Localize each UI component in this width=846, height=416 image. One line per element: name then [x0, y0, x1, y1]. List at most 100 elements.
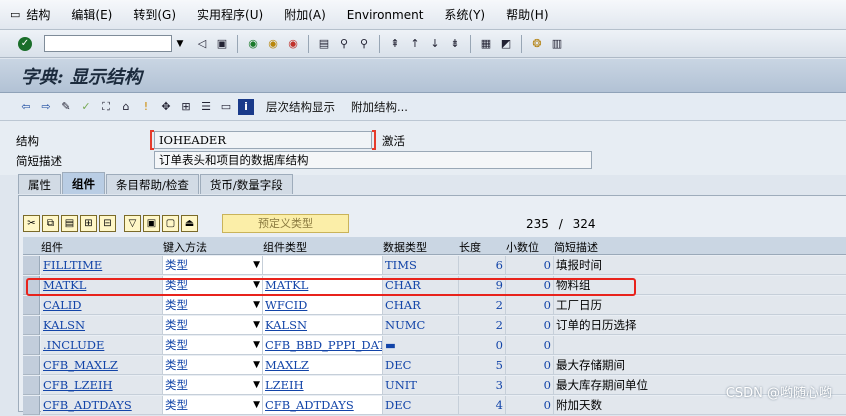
command-field[interactable]	[44, 35, 172, 52]
col-component-type[interactable]: 组件类型	[263, 239, 307, 255]
cell-length[interactable]: 2	[459, 316, 506, 335]
next-page-icon[interactable]: ↓	[427, 36, 443, 52]
cell-desc[interactable]	[554, 336, 846, 355]
cell-comp-type[interactable]: MAXLZ	[263, 356, 383, 375]
check-object-icon[interactable]: ✓	[78, 99, 94, 115]
tab-entry-help[interactable]: 条目帮助/检查	[106, 174, 199, 194]
dropdown-icon[interactable]: ▼	[253, 256, 260, 274]
menu-utilities[interactable]: 实用程序(U)	[197, 6, 263, 23]
hierarchy-display-button[interactable]: 层次结构显示	[266, 99, 335, 115]
first-page-icon[interactable]: ⇞	[387, 36, 403, 52]
cell-comp-type[interactable]: CFB_ADTDAYS	[263, 396, 383, 415]
description-field[interactable]: 订单表头和项目的数据库结构	[154, 151, 592, 169]
row-selector[interactable]	[23, 296, 40, 315]
hierarchy-icon[interactable]: ⊞	[178, 99, 194, 115]
select-all-icon[interactable]: ▣	[143, 214, 160, 232]
cell-component[interactable]: CFB_MAXLZ	[41, 356, 163, 375]
cell-length[interactable]: 0	[459, 336, 506, 355]
menu-help[interactable]: 帮助(H)	[506, 6, 548, 23]
append-structure-button[interactable]: 附加结构...	[351, 99, 408, 115]
information-icon[interactable]: i	[238, 98, 254, 115]
col-short-description[interactable]: 简短描述	[554, 239, 598, 255]
cell-decimals[interactable]: 0	[506, 256, 554, 275]
activate-icon[interactable]: ⛶	[98, 99, 114, 115]
cell-method[interactable]: 类型 ▼	[163, 336, 263, 355]
cell-comp-type[interactable]: CFB_BBD_PPPI_DAT	[263, 336, 383, 355]
cell-method[interactable]: 类型 ▼	[163, 296, 263, 315]
command-dropdown-icon[interactable]: ▼	[174, 35, 186, 52]
cell-desc[interactable]: 最大存储期间	[554, 356, 846, 375]
tab-components[interactable]: 组件	[62, 172, 105, 194]
structure-field[interactable]: IOHEADER	[154, 131, 372, 149]
cell-decimals[interactable]: 0	[506, 396, 554, 415]
menu-structure[interactable]: 结构	[26, 6, 50, 23]
cell-component[interactable]: CFB_LZEIH	[41, 376, 163, 395]
dropdown-icon[interactable]: ▼	[253, 376, 260, 394]
cell-component[interactable]: KALSN	[41, 316, 163, 335]
shortcut-icon[interactable]: ◩	[498, 36, 514, 52]
navigate-icon[interactable]: ✥	[158, 99, 174, 115]
cell-data-type[interactable]: CHAR	[383, 296, 459, 315]
menu-edit[interactable]: 编辑(E)	[71, 6, 112, 23]
dropdown-icon[interactable]: ▼	[253, 336, 260, 354]
col-length[interactable]: 长度	[459, 239, 481, 255]
cell-desc[interactable]: 工厂日历	[554, 296, 846, 315]
cell-length[interactable]: 5	[459, 356, 506, 375]
paste-icon[interactable]: ▤	[61, 214, 78, 232]
upload-icon[interactable]: ⏏	[181, 214, 198, 232]
print-icon[interactable]: ▤	[316, 36, 332, 52]
cell-decimals[interactable]: 0	[506, 336, 554, 355]
menu-extras[interactable]: 附加(A)	[284, 6, 326, 23]
dropdown-icon[interactable]: ▼	[253, 356, 260, 374]
cell-method[interactable]: 类型 ▼	[163, 316, 263, 335]
cell-decimals[interactable]: 0	[506, 296, 554, 315]
deselect-icon[interactable]: ▢	[162, 214, 179, 232]
menu-system[interactable]: 系统(Y)	[444, 6, 485, 23]
col-component[interactable]: 组件	[41, 239, 63, 255]
cell-method[interactable]: 类型 ▼	[163, 396, 263, 415]
cell-desc[interactable]: 填报时间	[554, 256, 846, 275]
cell-method[interactable]: 类型 ▼	[163, 376, 263, 395]
back-icon[interactable]: ◁	[194, 36, 210, 52]
check-icon[interactable]: ✓	[18, 36, 32, 51]
tree-icon[interactable]: ☰	[198, 99, 214, 115]
menu-environment[interactable]: Environment	[347, 8, 424, 22]
cell-data-type[interactable]: DEC	[383, 396, 459, 415]
layout-icon[interactable]: ▥	[549, 36, 565, 52]
cell-decimals[interactable]: 0	[506, 356, 554, 375]
forward-arrow-icon[interactable]: ⇨	[38, 99, 54, 115]
tab-attributes[interactable]: 属性	[18, 174, 61, 194]
insert-row-icon[interactable]: ⊞	[80, 214, 97, 232]
dropdown-icon[interactable]: ▼	[253, 396, 260, 414]
cell-length[interactable]: 3	[459, 376, 506, 395]
help-icon[interactable]: ❂	[529, 36, 545, 52]
dropdown-icon[interactable]: ▼	[253, 316, 260, 334]
row-selector[interactable]	[23, 316, 40, 335]
cell-length[interactable]: 4	[459, 396, 506, 415]
col-typing-method[interactable]: 键入方法	[163, 239, 207, 255]
col-data-type[interactable]: 数据类型	[383, 239, 427, 255]
cell-desc[interactable]: 订单的日历选择	[554, 316, 846, 335]
change-display-icon[interactable]: ✎	[58, 99, 74, 115]
cell-method[interactable]: 类型 ▼	[163, 256, 263, 275]
cell-decimals[interactable]: 0	[506, 316, 554, 335]
cell-component[interactable]: .INCLUDE	[41, 336, 163, 355]
cell-data-type[interactable]: UNIT	[383, 376, 459, 395]
new-session-icon[interactable]: ▦	[478, 36, 494, 52]
row-selector[interactable]	[23, 396, 40, 415]
cell-data-type[interactable]: DEC	[383, 356, 459, 375]
cell-decimals[interactable]: 0	[506, 376, 554, 395]
find-icon[interactable]: ⚲	[336, 36, 352, 52]
cell-component[interactable]: FILLTIME	[41, 256, 163, 275]
dropdown-icon[interactable]: ▼	[253, 296, 260, 314]
cancel-icon[interactable]: ◉	[285, 36, 301, 52]
cell-comp-type[interactable]: KALSN	[263, 316, 383, 335]
menu-icon[interactable]: ▭	[10, 8, 20, 21]
cell-data-type[interactable]: TIMS	[383, 256, 459, 275]
back-arrow-icon[interactable]: ⇦	[18, 99, 34, 115]
info-icon[interactable]: !	[138, 99, 154, 115]
row-selector[interactable]	[23, 256, 40, 275]
cut-icon[interactable]: ✂	[23, 214, 40, 232]
cell-comp-type[interactable]: LZEIH	[263, 376, 383, 395]
cell-component[interactable]: CFB_ADTDAYS	[41, 396, 163, 415]
